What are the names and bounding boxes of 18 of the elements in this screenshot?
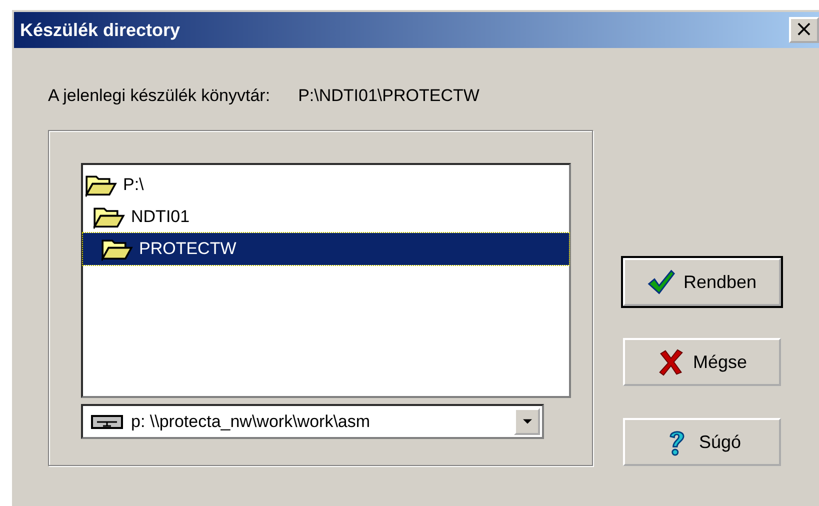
close-button[interactable]: × (789, 17, 819, 43)
current-directory-label: A jelenlegi készülék könyvtár: (48, 86, 270, 106)
folder-icon (85, 173, 117, 197)
ok-button[interactable]: Rendben (623, 258, 781, 306)
current-directory-path: P:\NDTI01\PROTECTW (298, 86, 480, 106)
cross-icon (656, 348, 685, 376)
help-button[interactable]: Súgó (623, 418, 781, 466)
directory-list[interactable]: P:\ NDTI01 PROTECTW (81, 163, 571, 398)
drive-dropdown[interactable]: p: \\protecta_nw\work\work\asm (81, 404, 544, 439)
directory-item[interactable]: PROTECTW (83, 233, 569, 265)
folder-icon (93, 205, 125, 229)
folder-icon (101, 237, 133, 261)
directory-item[interactable]: P:\ (83, 169, 569, 201)
window-title: Készülék directory (20, 20, 180, 40)
directory-item[interactable]: NDTI01 (83, 201, 569, 233)
network-drive-icon (91, 412, 123, 430)
checkmark-icon (647, 268, 676, 296)
cancel-button[interactable]: Mégse (623, 338, 781, 386)
